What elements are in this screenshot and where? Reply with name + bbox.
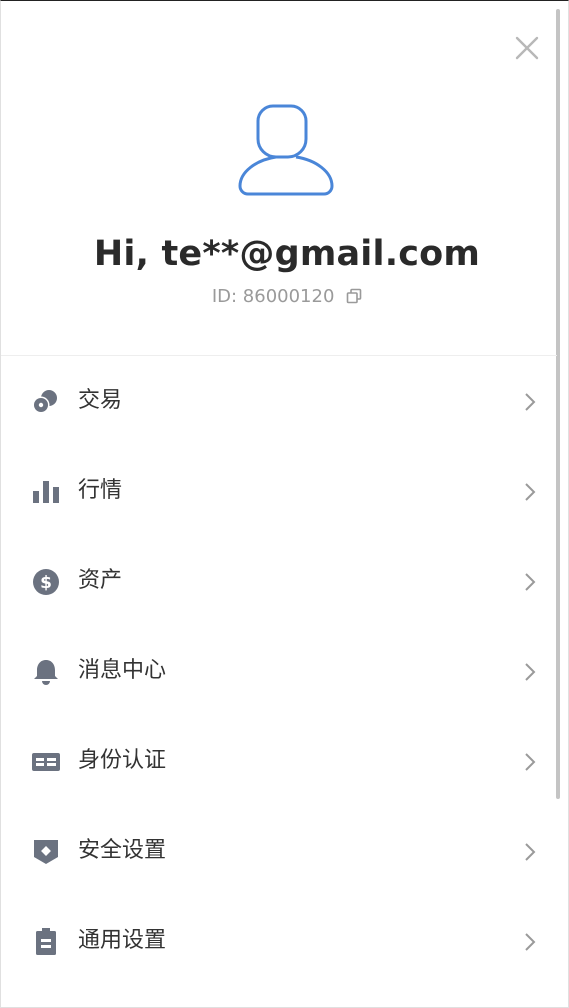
bar-chart-icon [33,481,59,503]
menu-item-trade[interactable]: 交易 [1,356,557,446]
chevron-right-icon [525,663,536,681]
chevron-right-icon [525,843,536,861]
chevron-right-icon [525,393,536,411]
chevron-right-icon [525,483,536,501]
svg-text:$: $ [40,573,52,593]
clipboard-icon [36,928,56,955]
dollar-circle-icon: $ [33,569,59,595]
chevron-right-icon [525,933,536,951]
user-greeting: Hi, te**@gmail.com [93,234,481,274]
bell-icon [34,660,58,685]
menu-item-label: 安全设置 [78,838,167,863]
menu-item-assets[interactable]: $ 资产 [1,536,557,626]
side-drawer: Hi, te**@gmail.com ID: 86000120 交易 行情 $ … [0,0,569,1008]
menu-item-messages[interactable]: 消息中心 [1,626,557,716]
menu-item-label: 行情 [78,478,123,503]
menu-item-general-settings[interactable]: 通用设置 [1,896,557,986]
menu-item-label: 消息中心 [78,658,167,683]
user-id-row: ID: 86000120 [1,286,568,307]
menu-item-identity[interactable]: 身份认证 [1,716,557,806]
user-id: ID: 86000120 [211,286,335,307]
menu-item-label: 通用设置 [78,928,167,953]
menu-item-security[interactable]: 安全设置 [1,806,557,896]
coins-icon [32,390,57,414]
menu-list: 交易 行情 $ 资产 消息中心 身份认证 安全设置 通用设置 [1,356,557,986]
user-avatar-icon [238,104,334,196]
close-icon[interactable] [513,34,541,62]
menu-item-label: 资产 [78,568,123,593]
id-card-icon [32,753,60,771]
menu-item-label: 身份认证 [78,748,167,773]
menu-item-label: 交易 [78,388,123,413]
menu-item-market[interactable]: 行情 [1,446,557,536]
copy-icon[interactable] [346,288,362,304]
profile-header: Hi, te**@gmail.com ID: 86000120 [1,1,557,356]
shield-icon [34,840,58,864]
chevron-right-icon [525,573,536,591]
chevron-right-icon [525,753,536,771]
